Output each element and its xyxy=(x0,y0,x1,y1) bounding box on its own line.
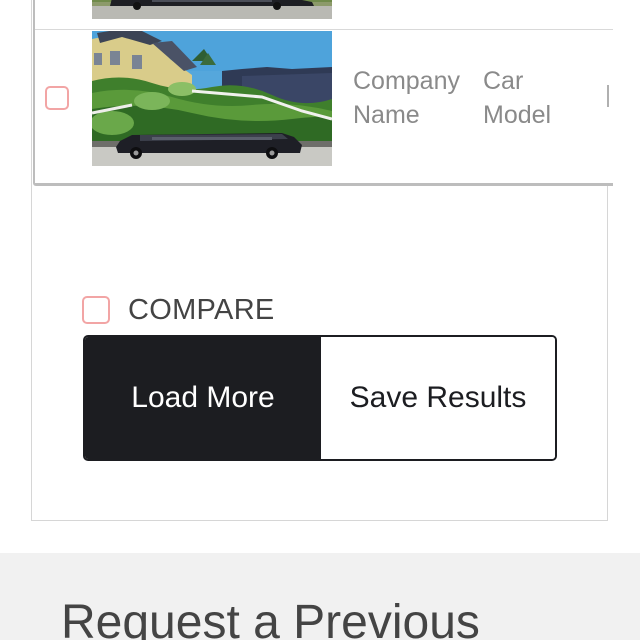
table-row[interactable] xyxy=(35,0,613,30)
save-results-button[interactable]: Save Results xyxy=(321,337,555,459)
results-table: Company Name Car Model xyxy=(33,0,613,186)
row-select-checkbox[interactable] xyxy=(45,86,69,110)
results-button-group: Load More Save Results xyxy=(83,335,557,461)
limousine-thumbnail[interactable] xyxy=(92,0,332,19)
truncated-column-edge xyxy=(607,85,609,107)
limousine-photo-icon xyxy=(92,0,332,19)
company-name-cell: Company Name xyxy=(353,67,460,129)
load-more-button[interactable]: Load More xyxy=(85,337,321,459)
limousine-photo-icon xyxy=(92,31,332,166)
request-previous-section: Request a Previous xyxy=(0,553,640,640)
section-title: Request a Previous xyxy=(61,596,480,640)
compare-checkbox[interactable] xyxy=(82,296,110,324)
car-model-cell: Car Model xyxy=(483,67,552,129)
compare-label: COMPARE xyxy=(128,294,275,326)
limousine-thumbnail[interactable] xyxy=(92,31,332,166)
table-row[interactable]: Company Name Car Model xyxy=(35,31,613,183)
page: Company Name Car Model COMPARE Load More… xyxy=(0,0,640,640)
